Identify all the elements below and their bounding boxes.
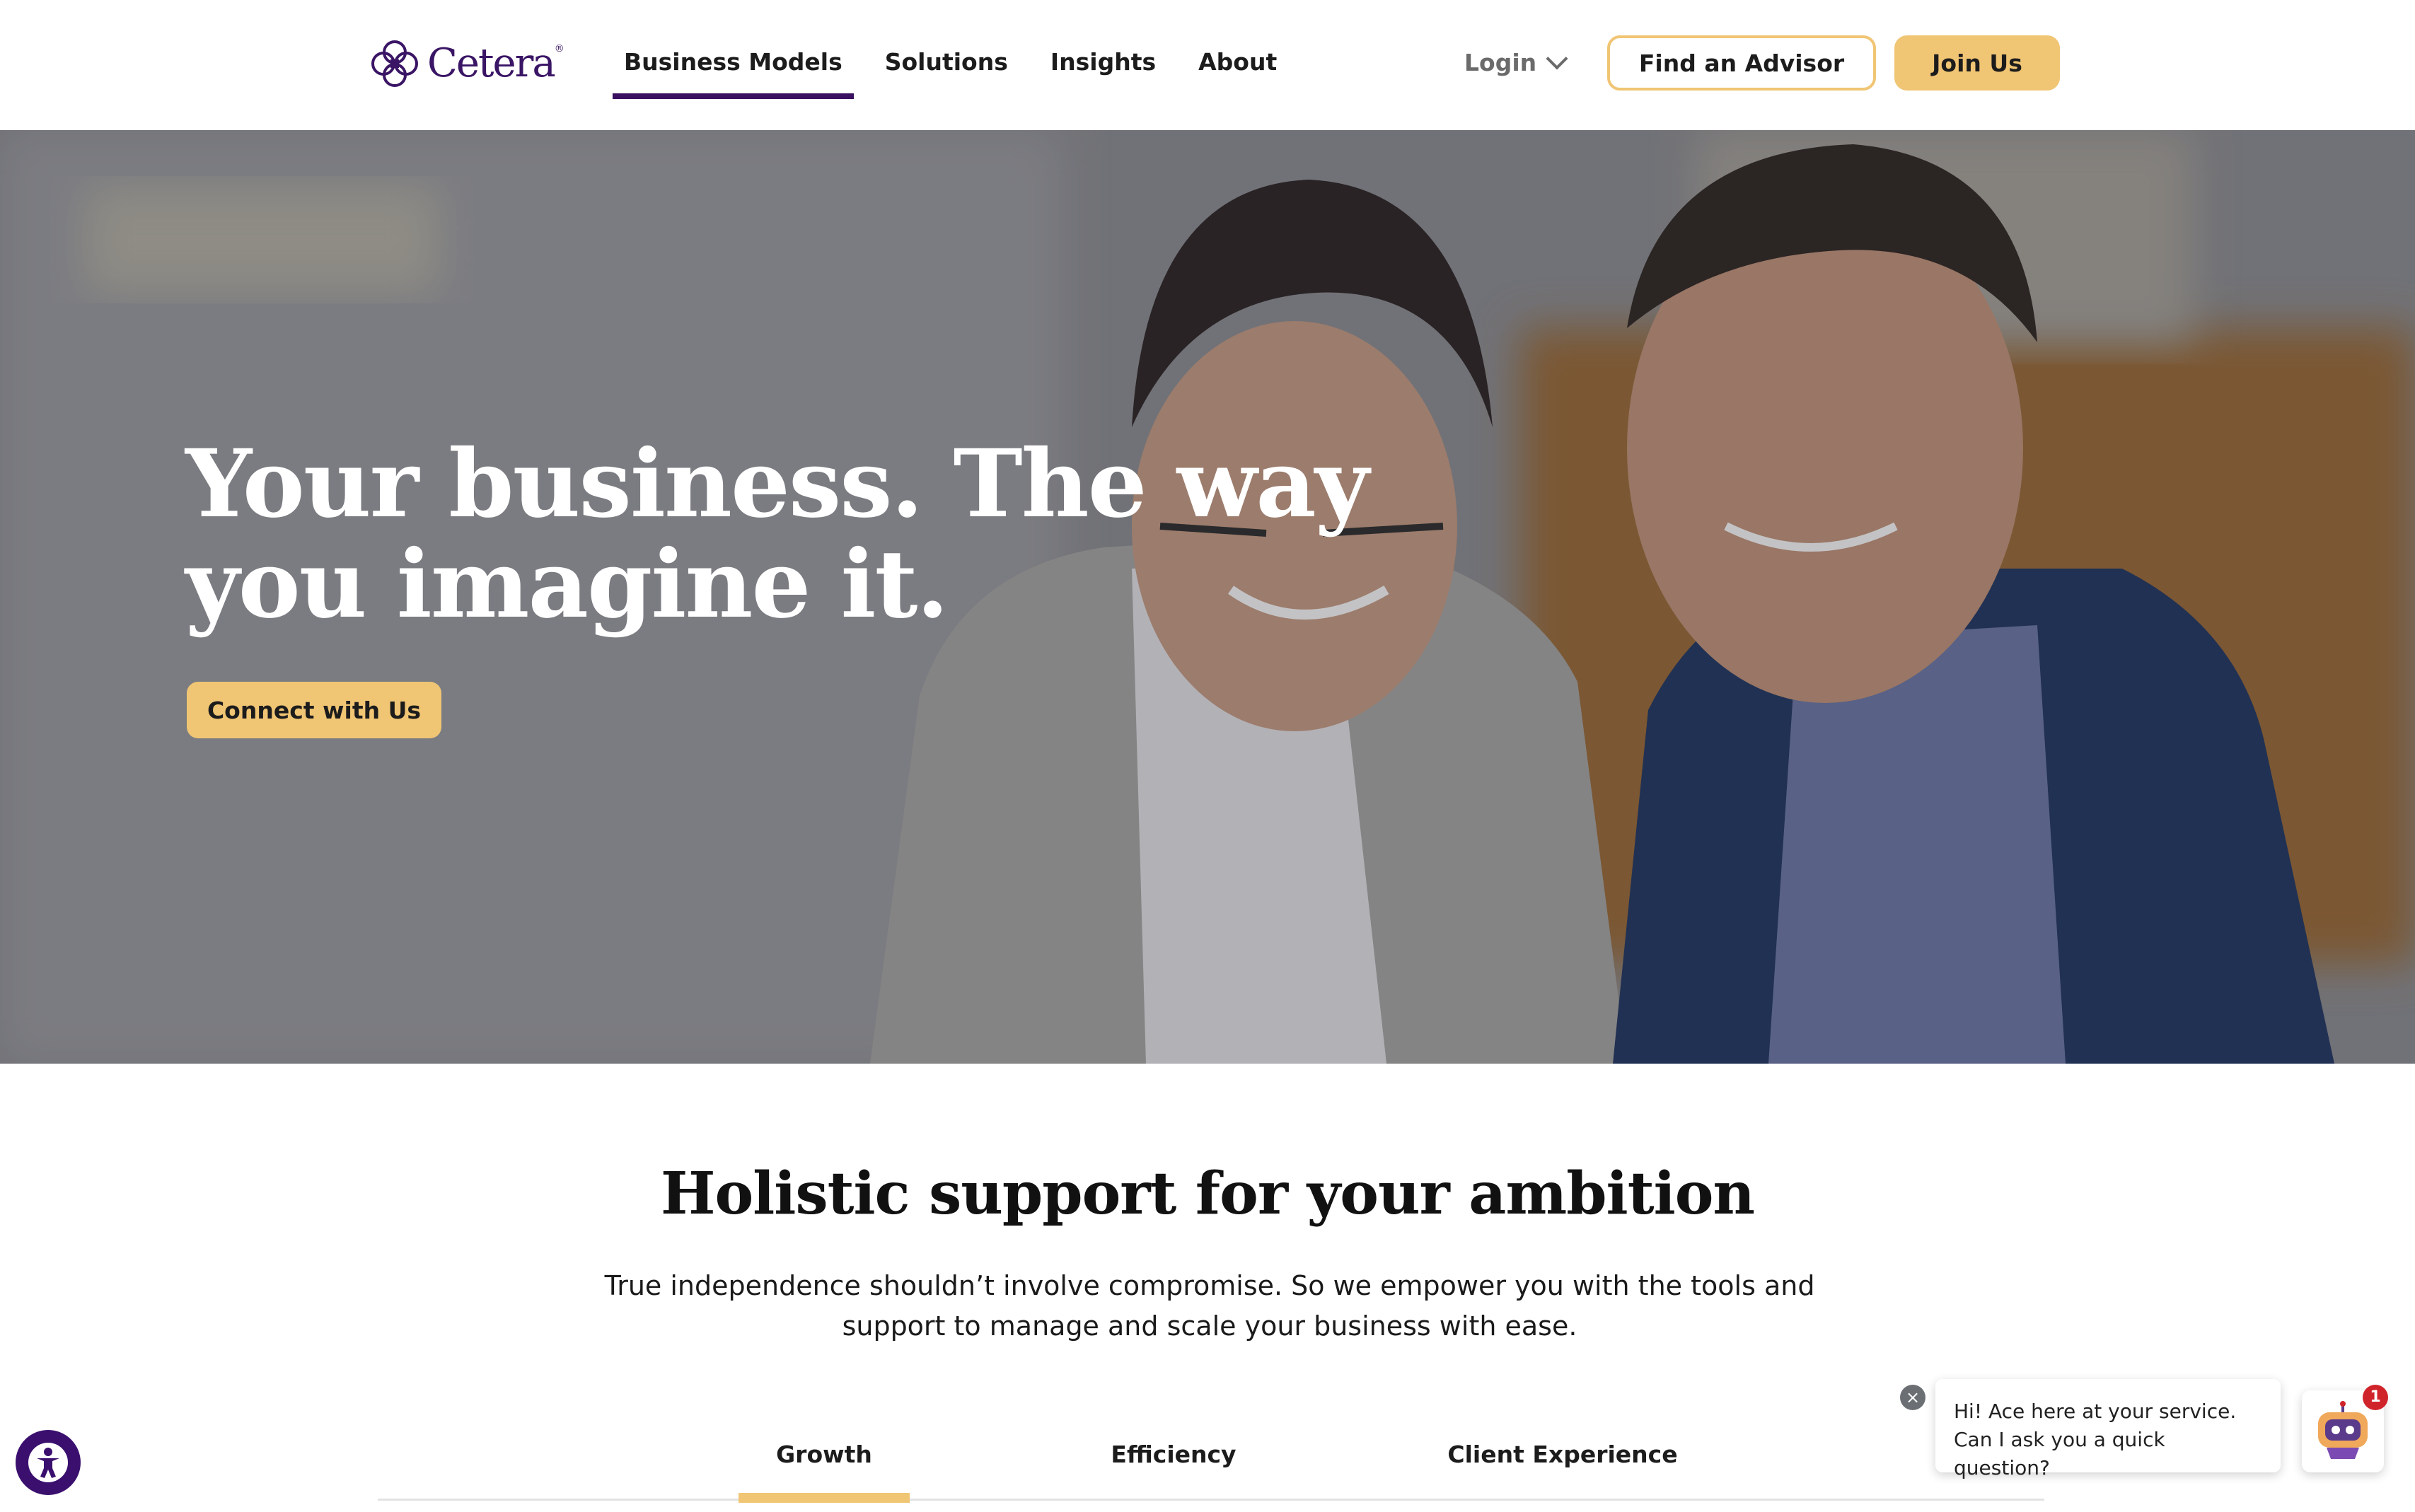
cetera-logo-icon <box>371 40 418 87</box>
chat-close-button[interactable]: × <box>1900 1385 1925 1410</box>
cetera-logo[interactable]: Cetera® <box>366 35 564 92</box>
hero-banner: Your business. The way you imagine it. C… <box>0 130 2415 1064</box>
section-body: True independence shouldn’t involve comp… <box>604 1270 1815 1342</box>
login-label: Login <box>1464 48 1537 76</box>
tab-efficiency[interactable]: Efficiency <box>1036 1407 1311 1501</box>
chat-notification-badge: 1 <box>2363 1385 2388 1410</box>
site-header: Cetera® Business Models Solutions Insigh… <box>0 0 2415 130</box>
accessibility-button[interactable] <box>16 1430 81 1495</box>
tab-growth[interactable]: Growth <box>739 1407 910 1503</box>
login-dropdown[interactable]: Login <box>1464 45 1568 79</box>
main-nav: Business Models Solutions Insights About <box>613 45 1308 99</box>
connect-button[interactable]: Connect with Us <box>187 682 441 738</box>
chat-message: Hi! Ace here at your service. Can I ask … <box>1954 1400 2237 1479</box>
nav-business-models[interactable]: Business Models <box>613 45 854 99</box>
chatbot-icon <box>2318 1401 2368 1459</box>
tab-client-experience[interactable]: Client Experience <box>1425 1407 1701 1501</box>
section-title: Holistic support for your ambition <box>660 1160 1755 1228</box>
chevron-down-icon <box>1546 47 1568 70</box>
nav-about[interactable]: About <box>1187 45 1288 99</box>
logo-wordmark: Cetera® <box>427 40 564 86</box>
accessibility-icon <box>28 1443 68 1482</box>
nav-solutions[interactable]: Solutions <box>874 45 1019 99</box>
join-us-button[interactable]: Join Us <box>1894 35 2060 91</box>
support-tabs: Growth Efficiency Client Experience <box>378 1407 2044 1503</box>
hero-title: Your business. The way you imagine it. <box>185 429 1369 639</box>
chat-greeting-bubble[interactable]: Hi! Ace here at your service. Can I ask … <box>1935 1379 2281 1479</box>
find-advisor-button[interactable]: Find an Advisor <box>1607 35 1876 91</box>
nav-insights[interactable]: Insights <box>1039 45 1167 99</box>
